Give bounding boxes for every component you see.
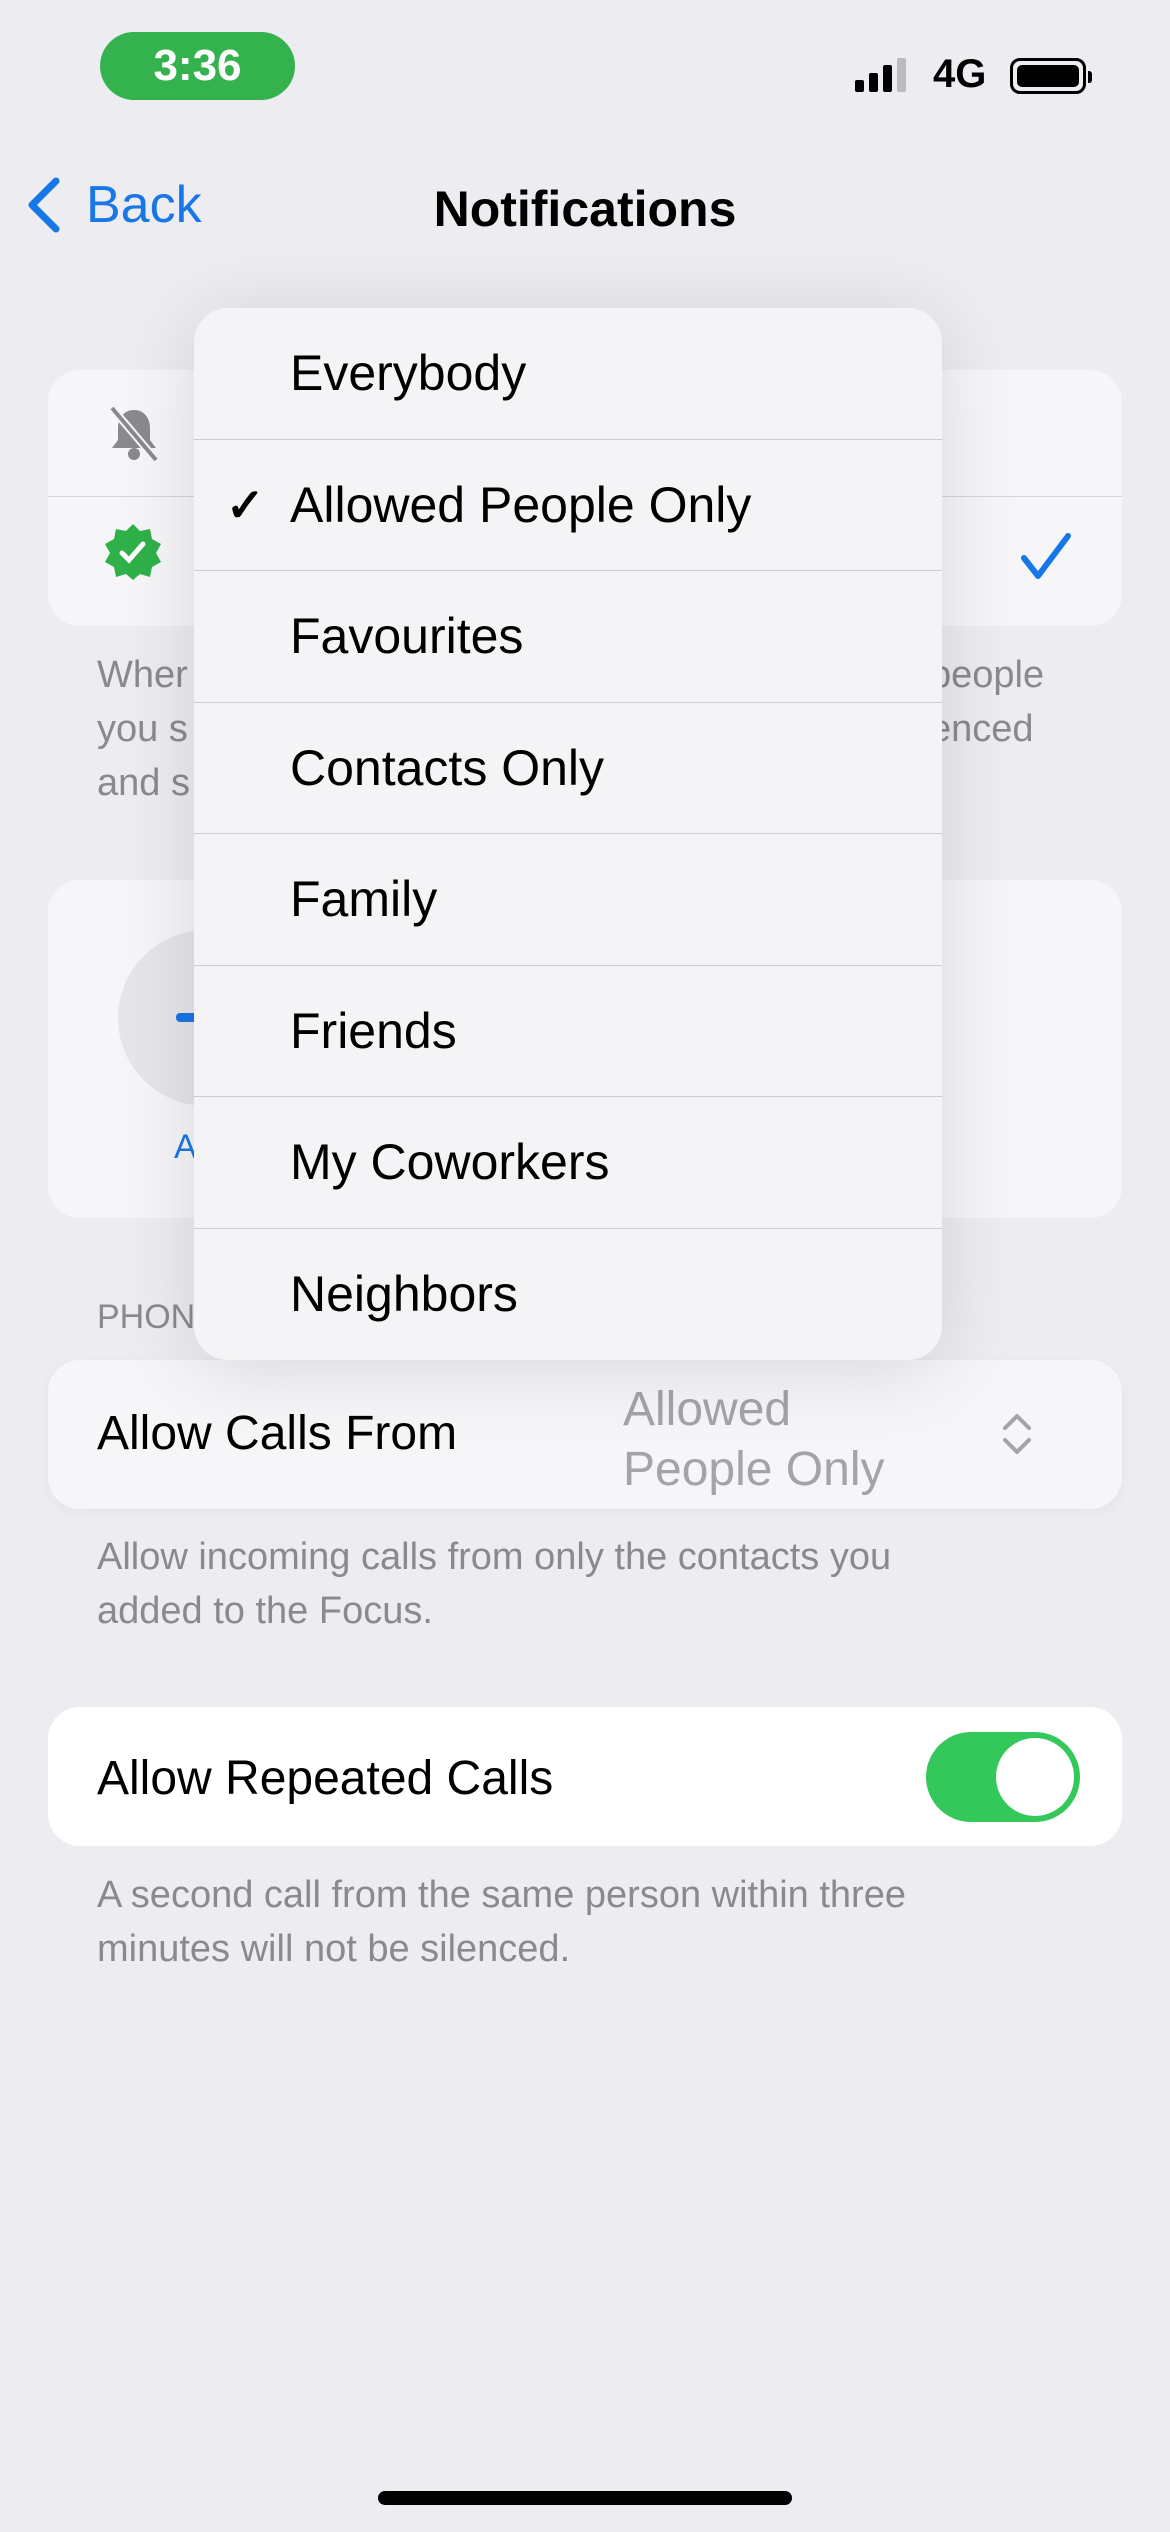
allow-repeated-calls-label: Allow Repeated Calls bbox=[97, 1752, 554, 1805]
checkmark-icon: ✓ bbox=[226, 478, 265, 531]
calls-footer: Allow incoming calls from only the conta… bbox=[97, 1536, 892, 1632]
menu-item-label: Everybody bbox=[290, 345, 527, 402]
home-indicator[interactable] bbox=[378, 2491, 792, 2505]
mode-footer-left: Wher you s and s bbox=[97, 654, 190, 804]
verified-badge-icon bbox=[105, 524, 161, 580]
allow-calls-from-value: Allowed People Only bbox=[623, 1383, 885, 1496]
allow-calls-from-menu: Everybody ✓ Allowed People Only Favourite… bbox=[194, 308, 942, 1360]
menu-item-contacts-only[interactable]: Contacts Only bbox=[194, 703, 942, 834]
menu-item-label: Allowed People Only bbox=[290, 476, 752, 533]
mode-footer-right: people enced bbox=[930, 654, 1045, 750]
allow-calls-from-label: Allow Calls From bbox=[97, 1407, 458, 1460]
menu-item-family[interactable]: Family bbox=[194, 834, 942, 966]
allow-repeated-calls-toggle[interactable] bbox=[926, 1732, 1080, 1822]
menu-item-label: My Coworkers bbox=[290, 1134, 610, 1191]
cellular-signal-icon bbox=[855, 58, 906, 92]
menu-item-label: Family bbox=[290, 871, 438, 928]
menu-item-label: Contacts Only bbox=[290, 739, 605, 796]
battery-icon bbox=[1010, 58, 1092, 94]
menu-item-friends[interactable]: Friends bbox=[194, 966, 942, 1097]
menu-item-allowed-people-only[interactable]: ✓ Allowed People Only bbox=[194, 440, 942, 571]
menu-item-label: Neighbors bbox=[290, 1266, 518, 1323]
menu-item-my-coworkers[interactable]: My Coworkers bbox=[194, 1097, 942, 1229]
network-type: 4G bbox=[933, 52, 987, 96]
repeated-footer: A second call from the same person withi… bbox=[97, 1874, 906, 1970]
status-time: 3:36 bbox=[100, 32, 295, 100]
menu-item-everybody[interactable]: Everybody bbox=[194, 308, 942, 440]
phone-section-header: PHON bbox=[97, 1298, 196, 1336]
checkmark-icon bbox=[1021, 533, 1071, 579]
menu-item-label: Friends bbox=[290, 1002, 457, 1059]
allow-calls-from-row[interactable]: Allow Calls From Allowed People Only bbox=[48, 1360, 1122, 1509]
page-title: Notifications bbox=[433, 181, 737, 237]
menu-item-neighbors[interactable]: Neighbors bbox=[194, 1229, 942, 1361]
bell-slash-icon bbox=[108, 405, 160, 463]
menu-item-label: Favourites bbox=[290, 608, 524, 665]
menu-item-favourites[interactable]: Favourites bbox=[194, 571, 942, 703]
chevron-up-down-icon bbox=[1003, 1414, 1031, 1454]
